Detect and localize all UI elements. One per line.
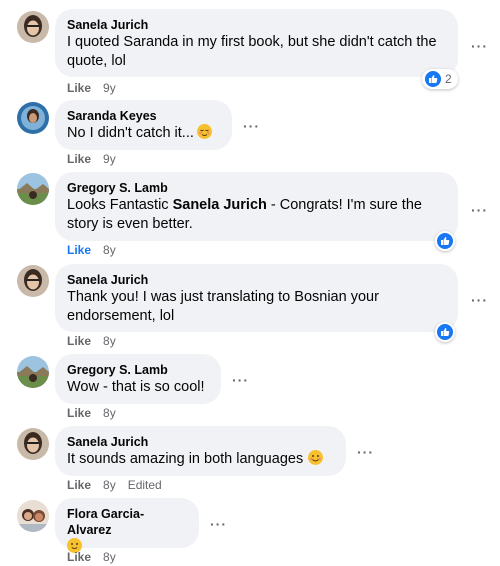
comment-item: Saranda Keyes No I didn't catch it... ··…: [0, 100, 500, 172]
more-options-icon[interactable]: ···: [210, 517, 227, 531]
comment-bubble: Sanela Jurich It sounds amazing in both …: [55, 426, 346, 476]
comment-actions: Like 8y: [67, 242, 128, 258]
comment-text-part: Looks Fantastic: [67, 197, 173, 213]
timestamp[interactable]: 8y: [103, 478, 116, 492]
avatar[interactable]: [17, 356, 49, 388]
comment-item: Sanela Jurich It sounds amazing in both …: [0, 426, 500, 498]
timestamp[interactable]: 9y: [103, 81, 116, 95]
like-button[interactable]: Like: [67, 478, 91, 492]
comment-bubble: Gregory S. Lamb Looks Fantastic Sanela J…: [55, 172, 458, 241]
relieved-face-emoji: [196, 124, 212, 139]
timestamp[interactable]: 8y: [103, 550, 116, 564]
timestamp[interactable]: 8y: [103, 243, 116, 257]
comment-text: Wow - that is so cool!: [67, 379, 205, 395]
more-options-icon[interactable]: ···: [357, 445, 374, 459]
avatar[interactable]: [17, 11, 49, 43]
timestamp[interactable]: 8y: [103, 406, 116, 420]
like-button[interactable]: Like: [67, 550, 91, 564]
avatar[interactable]: [17, 265, 49, 297]
comment-bubble: Gregory S. Lamb Wow - that is so cool!: [55, 354, 221, 404]
comment-actions: Like 8y Edited: [67, 477, 174, 493]
mention-link[interactable]: Sanela Jurich: [173, 197, 267, 213]
comment-text: It sounds amazing in both languages: [67, 451, 304, 467]
comment-bubble: Sanela Jurich Thank you! I was just tran…: [55, 264, 458, 332]
comment-actions: Like 8y: [67, 405, 128, 421]
comment-author[interactable]: Sanela Jurich: [67, 272, 446, 288]
more-options-icon[interactable]: ···: [471, 203, 488, 217]
timestamp[interactable]: 9y: [103, 152, 116, 166]
reaction-summary[interactable]: [435, 322, 455, 342]
comment-item: Gregory S. Lamb Wow - that is so cool! ·…: [0, 354, 500, 426]
avatar[interactable]: [17, 428, 49, 460]
reaction-summary[interactable]: [435, 231, 455, 251]
comment-text: Thank you! I was just translating to Bos…: [67, 289, 379, 324]
comment-author[interactable]: Sanela Jurich: [67, 17, 446, 33]
like-button[interactable]: Like: [67, 81, 91, 95]
more-options-icon[interactable]: ···: [243, 119, 260, 133]
reaction-summary[interactable]: 2: [422, 69, 458, 89]
avatar[interactable]: [17, 102, 49, 134]
like-button[interactable]: Like: [67, 243, 91, 257]
reaction-count: 2: [445, 72, 452, 86]
comment-author[interactable]: Flora Garcia-Alvarez: [67, 506, 187, 538]
comment-actions: Like 8y: [67, 333, 128, 349]
comment-actions: Like 9y: [67, 151, 128, 167]
comment-bubble: Flora Garcia-Alvarez: [55, 498, 199, 553]
avatar[interactable]: [17, 173, 49, 205]
like-button[interactable]: Like: [67, 334, 91, 348]
like-button[interactable]: Like: [67, 406, 91, 420]
thumbs-up-icon: [437, 233, 453, 249]
edited-label[interactable]: Edited: [128, 478, 162, 492]
more-options-icon[interactable]: ···: [471, 293, 488, 307]
avatar[interactable]: [17, 500, 49, 532]
comment-item: Sanela Jurich Thank you! I was just tran…: [0, 264, 500, 354]
timestamp[interactable]: 8y: [103, 334, 116, 348]
comment-item: Sanela Jurich I quoted Saranda in my fir…: [0, 0, 500, 100]
thumbs-up-icon: [425, 71, 441, 87]
more-options-icon[interactable]: ···: [232, 373, 249, 387]
comment-author[interactable]: Gregory S. Lamb: [67, 180, 446, 196]
more-options-icon[interactable]: ···: [471, 39, 488, 53]
comment-text: I quoted Saranda in my first book, but s…: [67, 34, 437, 69]
comment-actions: Like 8y: [67, 549, 128, 565]
comment-item: Gregory S. Lamb Looks Fantastic Sanela J…: [0, 172, 500, 264]
comment-bubble: Saranda Keyes No I didn't catch it...: [55, 100, 232, 150]
comment-text: No I didn't catch it...: [67, 125, 194, 141]
comment-author[interactable]: Saranda Keyes: [67, 108, 220, 124]
comment-item: Flora Garcia-Alvarez ··· Like 8y: [0, 498, 500, 566]
thumbs-up-icon: [437, 324, 453, 340]
like-button[interactable]: Like: [67, 152, 91, 166]
comment-author[interactable]: Sanela Jurich: [67, 434, 334, 450]
smiling-face-emoji: [308, 450, 324, 465]
comment-bubble: Sanela Jurich I quoted Saranda in my fir…: [55, 9, 458, 77]
comment-actions: Like 9y: [67, 80, 128, 96]
comment-author[interactable]: Gregory S. Lamb: [67, 362, 209, 378]
